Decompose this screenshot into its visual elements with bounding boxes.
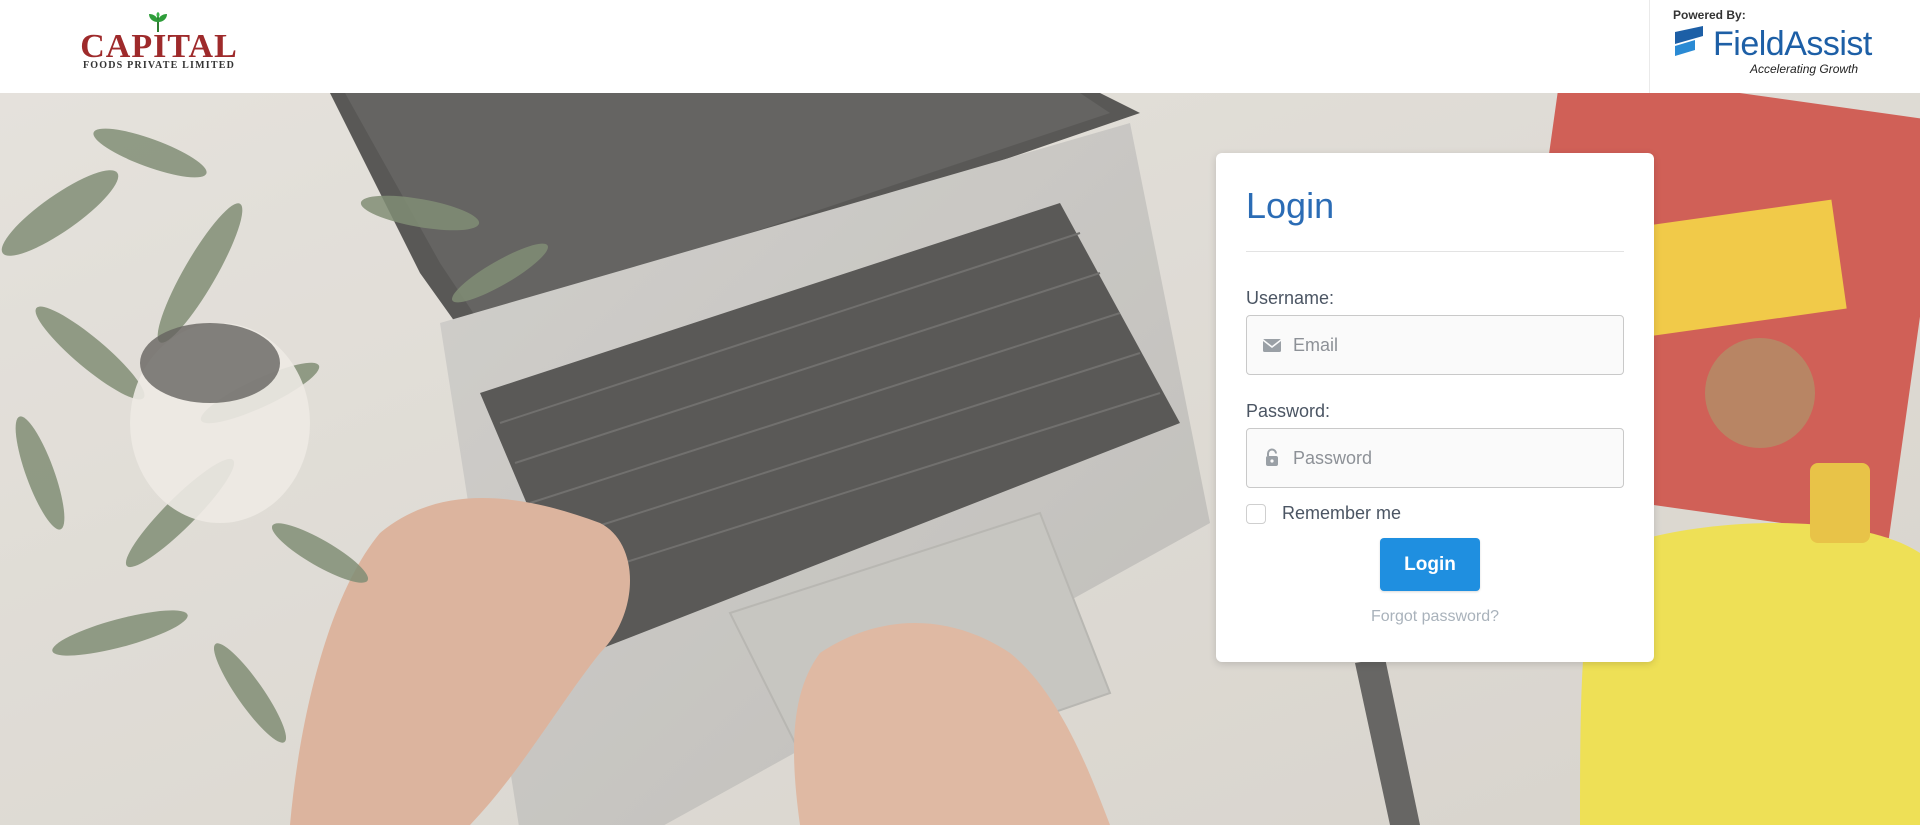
brand-name: CAPITAL [80,28,238,65]
username-label: Username: [1246,288,1335,308]
lock-icon [1266,448,1278,466]
username-input[interactable] [1293,316,1613,374]
top-header: CAPITAL FOODS PRIVATE LIMITED Powered By… [0,0,1920,93]
password-field[interactable] [1246,428,1624,488]
remember-me-label[interactable]: Remember me [1282,503,1401,524]
username-field[interactable] [1246,315,1624,375]
capital-foods-logo[interactable]: CAPITAL FOODS PRIVATE LIMITED [68,12,250,72]
partner-tagline: Accelerating Growth [1750,62,1859,76]
envelope-icon [1262,339,1282,352]
remember-me-checkbox[interactable] [1246,504,1266,524]
login-button[interactable]: Login [1380,538,1480,591]
partner-name: FieldAssist [1713,25,1872,63]
powered-by-panel: Powered By: FieldAssist Accelerating Gro… [1649,0,1920,93]
login-title: Login [1246,185,1335,226]
title-divider [1246,251,1624,252]
password-label: Password: [1246,401,1331,421]
forgot-password-link[interactable]: Forgot password? [1216,608,1654,626]
powered-by-label: Powered By: [1673,8,1746,22]
fieldassist-logo-icon [1675,26,1703,56]
password-input[interactable] [1293,429,1613,487]
brand-subtitle: FOODS PRIVATE LIMITED [82,60,236,71]
login-card: Login Username: Password: Remember me Lo… [1216,153,1654,662]
footer-strip [0,825,1920,838]
